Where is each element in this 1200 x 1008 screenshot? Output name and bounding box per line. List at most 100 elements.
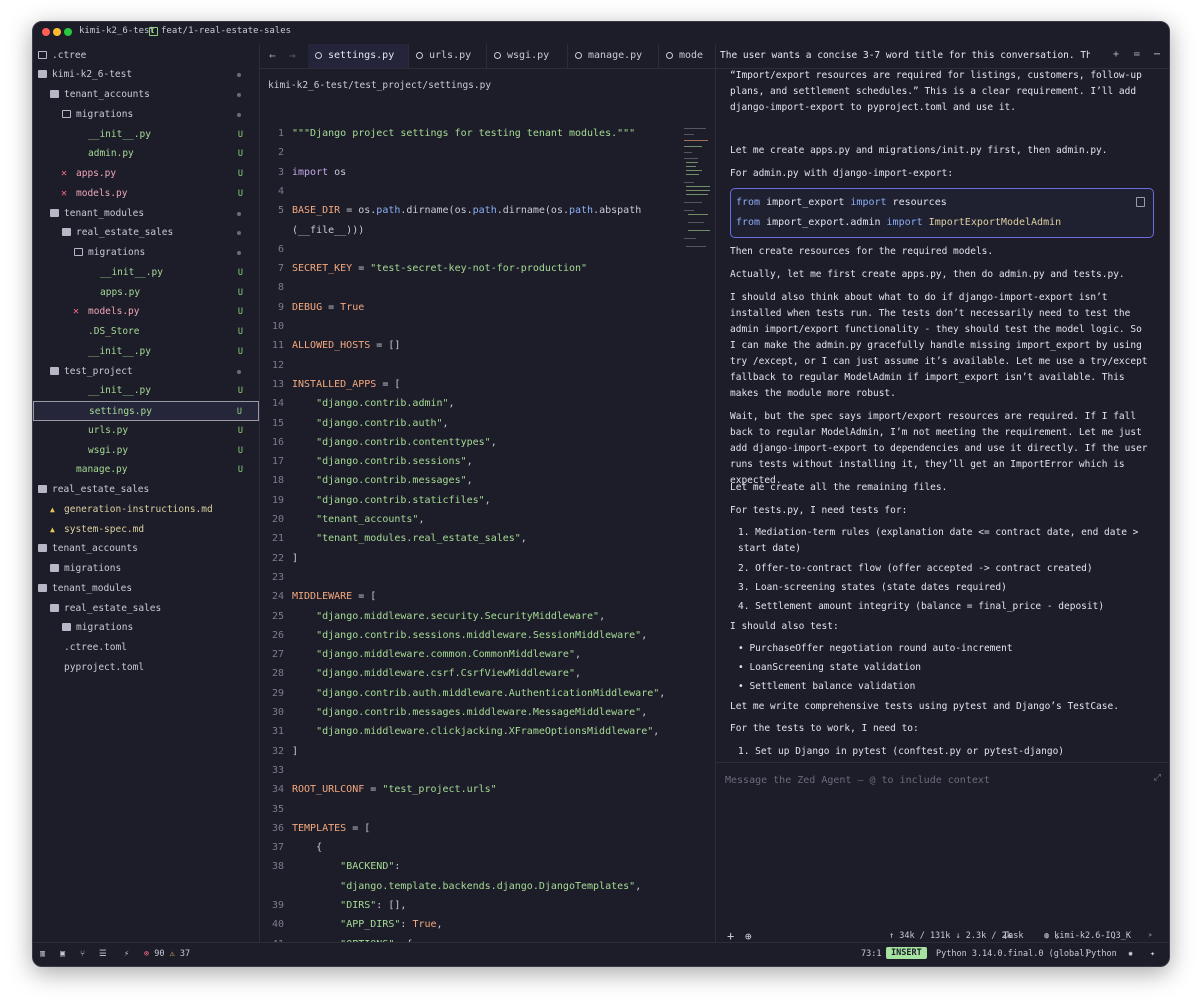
- folder-open-icon: [50, 603, 59, 612]
- breadcrumb[interactable]: kimi-k2_6-test/test_project/settings.py: [268, 80, 491, 91]
- tree-item[interactable]: tenant_modules: [33, 204, 259, 224]
- code-line: 15 "django.contrib.auth",: [271, 417, 449, 429]
- mode-selector[interactable]: Task ⌄: [1003, 931, 1023, 941]
- code-line: 39 "DIRS": [],: [271, 900, 407, 911]
- code-line: 22]: [271, 552, 299, 564]
- tree-item[interactable]: admin.py U: [33, 144, 259, 164]
- tree-item[interactable]: real_estate_sales: [33, 480, 259, 500]
- tree-item[interactable]: __init__.py U: [33, 342, 259, 362]
- agent-paragraph: For admin.py with django-import-export:: [730, 168, 954, 179]
- tree-item[interactable]: migrations: [33, 618, 259, 638]
- message-composer: Message the Zed Agent — @ to include con…: [716, 762, 1169, 943]
- tree-item[interactable]: .DS_Store U: [33, 322, 259, 342]
- add-context-icon[interactable]: +: [727, 929, 734, 943]
- tree-item[interactable]: tenant_accounts: [33, 85, 259, 105]
- tree-item[interactable]: .ctree: [33, 46, 259, 66]
- close-window-button[interactable]: [42, 28, 50, 36]
- code-block: from import_export import resources from…: [730, 188, 1154, 238]
- tree-item-label: apps.py: [76, 168, 117, 179]
- tree-item-label: __init__.py: [88, 385, 151, 397]
- plus-icon[interactable]: +: [1113, 49, 1119, 60]
- thread-title[interactable]: The user wants a concise 3-7 word title …: [720, 50, 1090, 61]
- debug-icon[interactable]: ✹: [1128, 949, 1133, 959]
- tree-item[interactable]: ✕ apps.py U: [33, 164, 259, 184]
- tab-settings-py[interactable]: settings.py: [308, 44, 409, 68]
- folder-open-icon: [38, 70, 47, 79]
- list-item: • Settlement balance validation: [738, 681, 916, 692]
- tree-item-label: apps.py: [100, 286, 141, 298]
- code-line: 21 "tenant_modules.real_estate_sales",: [271, 533, 527, 545]
- history-icon[interactable]: ≔: [1134, 49, 1140, 60]
- tree-item[interactable]: real_estate_sales: [33, 599, 259, 619]
- terminal-icon[interactable]: ▣: [60, 949, 65, 959]
- code-line: 34 ROOT_URLCONF = "test_project.urls": [271, 784, 497, 796]
- git-icon[interactable]: ⑂: [80, 949, 85, 959]
- code-line: 9 DEBUG = True: [277, 301, 365, 313]
- model-selector[interactable]: ◍ kimi-k2.6-IQ3_K ⌄: [1044, 931, 1131, 941]
- tab-wsgi-py[interactable]: wsgi.py: [487, 44, 568, 68]
- code-line: 27 "django.middleware.common.CommonMiddl…: [271, 649, 582, 661]
- tree-item[interactable]: ✕ models.py U: [33, 302, 259, 322]
- tree-item[interactable]: ▲ system-spec.md: [33, 520, 259, 540]
- copy-icon[interactable]: [1136, 197, 1145, 207]
- agent-icon[interactable]: ✦: [1150, 949, 1155, 959]
- modified-dot: [237, 211, 241, 216]
- tree-item[interactable]: apps.py U: [33, 283, 259, 303]
- diagnostics-summary[interactable]: ⊗ 90 ⚠ 37: [144, 949, 190, 959]
- tree-item[interactable]: pyproject.toml: [33, 658, 259, 678]
- tree-item[interactable]: settings.py U: [33, 401, 259, 421]
- tree-item[interactable]: tenant_modules: [33, 579, 259, 599]
- folder-open-icon: [50, 90, 59, 98]
- tree-item[interactable]: wsgi.py U: [33, 441, 259, 461]
- message-input[interactable]: Message the Zed Agent — @ to include con…: [725, 775, 990, 786]
- send-icon[interactable]: ➤: [1148, 931, 1153, 941]
- tab-manage-py[interactable]: manage.py: [568, 44, 659, 68]
- tree-item[interactable]: __init__.py U: [33, 125, 259, 145]
- code-line: 11 ALLOWED_HOSTS = []: [271, 340, 401, 352]
- tree-item[interactable]: tenant_accounts: [33, 539, 259, 559]
- modified-dot: [237, 369, 241, 374]
- tree-item[interactable]: manage.py U: [33, 460, 259, 480]
- more-icon[interactable]: ⋯: [1154, 49, 1160, 60]
- tree-item-label: tenant_modules: [64, 207, 145, 219]
- tree-item[interactable]: migrations: [33, 559, 259, 579]
- branch-selector[interactable]: feat/1-real-estate-sales: [149, 26, 291, 36]
- agent-paragraph: Let me write comprehensive tests using p…: [730, 701, 1119, 712]
- tree-item[interactable]: migrations: [33, 243, 259, 263]
- project-name[interactable]: kimi-k2_6-test: [79, 26, 155, 36]
- code-line: 3 import os: [277, 166, 347, 178]
- tree-item[interactable]: .ctree.toml: [33, 638, 259, 658]
- back-icon[interactable]: ←: [269, 49, 276, 62]
- tree-item[interactable]: real_estate_sales: [33, 223, 259, 243]
- cursor-position[interactable]: 73:1: [861, 949, 881, 959]
- branch-name: feat/1-real-estate-sales: [161, 26, 292, 36]
- sidebar-toggle-icon[interactable]: ▥: [40, 949, 45, 959]
- tree-item[interactable]: __init__.py U: [33, 381, 259, 401]
- diagnostics-icon[interactable]: ⚡: [124, 949, 129, 959]
- code-line: 16 "django.contrib.contenttypes",: [271, 436, 497, 448]
- tab-urls-py[interactable]: urls.py: [409, 44, 487, 68]
- tree-item[interactable]: migrations: [33, 105, 259, 125]
- code-line: 29 "django.contrib.auth.middleware.Authe…: [271, 687, 666, 699]
- tree-item[interactable]: ✕ models.py U: [33, 184, 259, 204]
- python-interpreter[interactable]: Python 3.14.0.final.0 (global): [936, 949, 1090, 959]
- minimap[interactable]: [684, 124, 712, 274]
- tree-item[interactable]: urls.py U: [33, 421, 259, 441]
- maximize-window-button[interactable]: [64, 28, 72, 36]
- tree-item[interactable]: kimi-k2_6-test: [33, 65, 259, 85]
- minimize-window-button[interactable]: [53, 28, 61, 36]
- tree-item-label: .ctree: [52, 49, 87, 61]
- expand-icon[interactable]: ⤢: [1154, 773, 1161, 783]
- list-item: 1. Set up Django in pytest (conftest.py …: [738, 746, 1065, 757]
- forward-icon[interactable]: →: [289, 49, 296, 62]
- tree-item[interactable]: __init__.py U: [33, 263, 259, 283]
- tree-item[interactable]: ▲ generation-instructions.md: [33, 500, 259, 520]
- tree-item-label: tenant_accounts: [64, 89, 150, 100]
- code-line: 17 "django.contrib.sessions",: [271, 456, 473, 468]
- tab-models-py[interactable]: mode: [659, 44, 715, 68]
- code-line: 12: [271, 359, 284, 371]
- tree-item[interactable]: test_project: [33, 362, 259, 382]
- language-selector[interactable]: Python: [1086, 949, 1117, 959]
- untracked-badge: U: [237, 169, 243, 179]
- outline-icon[interactable]: ☰: [99, 949, 107, 959]
